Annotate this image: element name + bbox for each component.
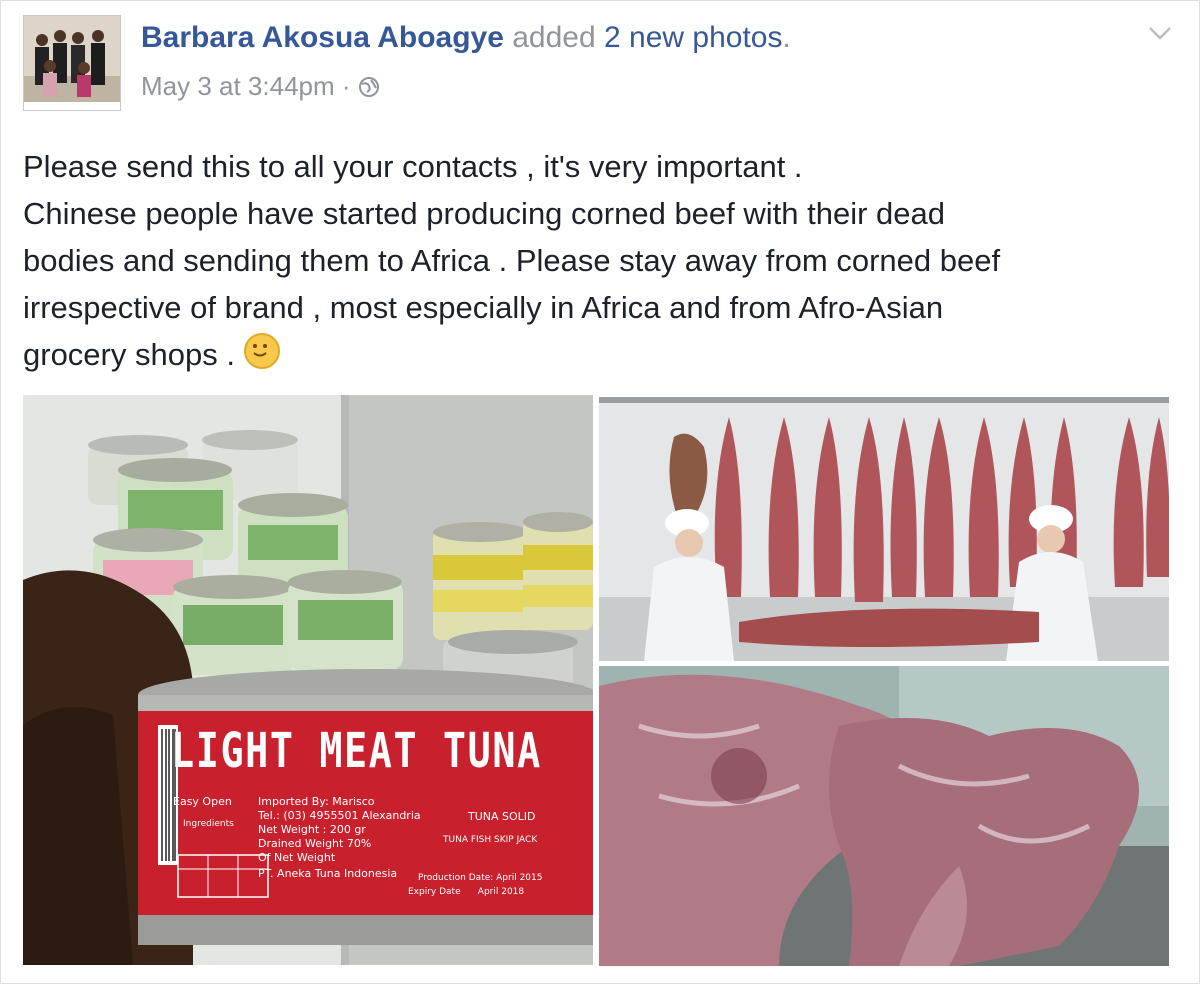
message-line: irrespective of brand , most especially … <box>23 290 944 325</box>
can-ingredients: Ingredients <box>183 819 234 829</box>
post-photo-meat-closeup[interactable] <box>599 666 1169 966</box>
post-photo-tuna-can[interactable]: LIGHT MEAT TUNA Easy Open Ingredients Im… <box>23 395 593 965</box>
can-of-net-weight: Of Net Weight <box>258 851 336 864</box>
can-easy-open: Easy Open <box>173 795 232 808</box>
can-expiry-date: Expiry Date April 2018 <box>408 887 525 897</box>
can-tuna-solid: TUNA SOLID <box>468 810 536 823</box>
can-title: LIGHT MEAT TUNA <box>171 723 542 779</box>
face-emoji-icon <box>243 333 280 369</box>
post-meta: May 3 at 3:44pm · <box>141 71 380 102</box>
header-period: . <box>782 21 791 54</box>
can-tel: Tel.: (03) 4955501 Alexandria <box>258 809 421 822</box>
meat-closeup-image <box>599 666 1169 966</box>
can-imported-by: Imported By: Marisco <box>258 795 375 808</box>
avatar-photo <box>24 16 120 110</box>
author-name-link[interactable]: Barbara Akosua Aboagye <box>141 21 504 54</box>
message-line: Chinese people have started producing co… <box>23 196 946 231</box>
avatar[interactable] <box>23 15 121 111</box>
message-line: bodies and sending them to Africa . Plea… <box>23 243 1001 278</box>
meat-processing-image <box>599 397 1169 661</box>
photos-count-link[interactable]: 2 new photos <box>604 21 782 54</box>
globe-icon[interactable] <box>358 76 380 98</box>
message-line-text: grocery shops . <box>23 337 235 372</box>
post-header: Barbara Akosua Aboagye added 2 new photo… <box>141 21 791 55</box>
action-text: added <box>512 21 596 54</box>
can-tuna-fish: TUNA FISH SKIP JACK <box>443 835 538 845</box>
can-drained-weight: Drained Weight 70% <box>258 837 372 850</box>
can-producer: PT. Aneka Tuna Indonesia <box>258 867 398 880</box>
meta-separator: · <box>341 71 351 101</box>
can-production-date: Production Date: April 2015 <box>418 873 543 883</box>
post-message: Please send this to all your contacts , … <box>23 143 1173 378</box>
chevron-down-icon[interactable] <box>1147 23 1173 43</box>
can-net-weight: Net Weight : 200 gr <box>258 823 366 836</box>
facebook-post: Barbara Akosua Aboagye added 2 new photo… <box>0 0 1200 984</box>
post-photo-meat-processing[interactable] <box>599 397 1169 661</box>
message-line: Please send this to all your contacts , … <box>23 149 803 184</box>
timestamp-link[interactable]: May 3 at 3:44pm <box>141 71 335 101</box>
message-line-last: grocery shops . <box>23 331 1173 378</box>
